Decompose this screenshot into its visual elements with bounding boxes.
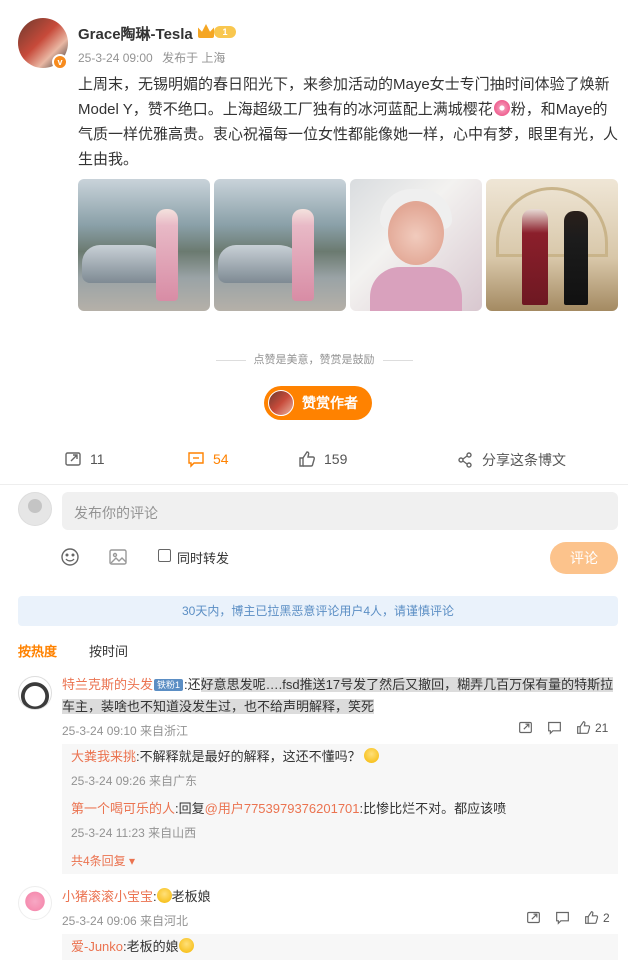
reply-user[interactable]: 第一个喝可乐的人 [71, 801, 175, 816]
repost-checkbox-label: 同时转发 [177, 551, 230, 566]
block-notice: 30天内，博主已拉黑恶意评论用户4人，请谨慎评论 [18, 596, 618, 626]
comment-text: 老板娘 [171, 889, 211, 904]
comment-like-count: 2 [603, 910, 610, 925]
reward-button-label: 赞赏作者 [302, 395, 358, 411]
share-weibo-button[interactable]: 分享这条博文 [456, 450, 566, 470]
reply-user[interactable]: 大粪我来挑 [71, 749, 136, 764]
more-replies-label: 共4条回复 [71, 854, 126, 868]
thumb-up-icon [299, 451, 315, 467]
comment-icon[interactable] [547, 720, 562, 735]
reply-meta: 25-3-24 11:23 来自山西 [71, 826, 197, 840]
comment-input[interactable]: 发布你的评论 [62, 492, 618, 530]
photo-2[interactable] [214, 179, 346, 311]
photo-1[interactable] [78, 179, 210, 311]
reply-user[interactable]: 爱-Junko [71, 939, 123, 954]
sakura-emoji-icon [493, 100, 510, 116]
cat-emoji-icon [156, 888, 172, 903]
my-avatar [18, 492, 52, 526]
photo-4[interactable] [486, 179, 618, 311]
photo-3[interactable] [350, 179, 482, 311]
reply-item: 爱-Junko:老板的娘 [71, 936, 194, 958]
comment-like-button[interactable]: 21 [576, 720, 608, 735]
reply-text: :老板的娘 [123, 939, 179, 954]
comment-icon[interactable] [555, 910, 570, 925]
commenter-name[interactable]: 特兰克斯的头发 [62, 677, 153, 692]
share-icon [458, 452, 472, 468]
reply-text: :不解释就是最好的解释，这还不懂吗？ [136, 749, 361, 764]
image-upload-icon[interactable] [108, 548, 128, 566]
repost-count: 11 [90, 451, 105, 467]
comment-like-count: 21 [595, 720, 609, 735]
thumb-up-icon [585, 911, 599, 924]
comment-count: 54 [213, 451, 229, 467]
reward-avatar [268, 390, 294, 416]
author-name[interactable]: Grace陶琳-Tesla [78, 23, 193, 44]
post-meta: 25-3-24 09:00 发布于 上海 [78, 49, 231, 66]
fan-badge: 铁粉1 [154, 679, 184, 691]
repost-checkbox[interactable] [158, 549, 171, 562]
comment-meta: 25-3-24 09:06 来自河北 [62, 914, 189, 928]
photo-grid [78, 179, 618, 311]
comment-actions: 21 [518, 720, 608, 735]
mention-link[interactable]: @用户7753979376201701 [205, 801, 360, 816]
reply-meta: 25-3-24 09:26 来自广东 [71, 774, 198, 788]
reward-author-button[interactable]: 赞赏作者 [264, 386, 372, 420]
like-button[interactable]: 159 [298, 450, 347, 468]
crown-icon [198, 24, 214, 38]
comment-body: 特兰克斯的头发 铁粉1:还好意思发呢….fsd推送17号发了然后又撤回，糊弄几百万… [62, 674, 618, 718]
post-source: 发布于 上海 [162, 51, 226, 65]
commenter-avatar[interactable] [18, 676, 52, 710]
more-replies-link[interactable]: 共4条回复 ▾ [71, 852, 135, 869]
comment-actions: 2 [526, 910, 610, 925]
comment-text-pre: :还 [184, 677, 201, 692]
sort-by-hot-tab[interactable]: 按热度 [18, 641, 57, 660]
repost-icon [65, 452, 81, 466]
reply-text: :比惨比烂不对。都应该喷 [359, 801, 507, 816]
level-badge: 1 [214, 26, 236, 38]
comment-like-button[interactable]: 2 [584, 910, 610, 925]
reply-text: :回复 [175, 801, 205, 816]
comment-icon [188, 452, 204, 468]
reward-tip: 点赞是美意，赞赏是鼓励 [0, 351, 628, 367]
post-text: 上周末，无锡明媚的春日阳光下，来参加活动的Maye女士专门抽时间体验了焕新Mod… [78, 72, 618, 172]
repost-icon[interactable] [518, 720, 533, 735]
action-bar: 11 54 159 分享这条博文 [0, 450, 628, 474]
commenter-avatar[interactable] [18, 886, 52, 920]
reply-item: 大粪我来挑:不解释就是最好的解释，这还不懂吗？ [71, 746, 380, 768]
repost-button[interactable]: 11 [64, 450, 105, 468]
post-date[interactable]: 25-3-24 09:00 [78, 51, 153, 65]
smile-emoji-icon [364, 748, 380, 763]
emoji-icon[interactable] [60, 547, 80, 567]
divider [0, 484, 628, 485]
laugh-emoji-icon [178, 938, 194, 953]
repost-icon[interactable] [526, 910, 541, 925]
comment-button[interactable]: 54 [187, 450, 229, 468]
commenter-name[interactable]: 小猪滚滚小宝宝 [62, 889, 153, 904]
thumb-up-icon [577, 721, 591, 734]
reply-item: 第一个喝可乐的人:回复@用户7753979376201701:比惨比烂不对。都应… [71, 798, 506, 820]
submit-comment-button[interactable]: 评论 [550, 542, 618, 574]
share-weibo-label: 分享这条博文 [482, 452, 566, 468]
like-count: 159 [324, 451, 348, 467]
comment-meta: 25-3-24 09:10 来自浙江 [62, 724, 189, 738]
comment-body: 小猪滚滚小宝宝: 老板娘 [62, 888, 211, 904]
sort-by-time-tab[interactable]: 按时间 [89, 641, 128, 660]
caret-down-icon: ▾ [129, 854, 136, 868]
verified-badge-icon: v [52, 54, 68, 70]
